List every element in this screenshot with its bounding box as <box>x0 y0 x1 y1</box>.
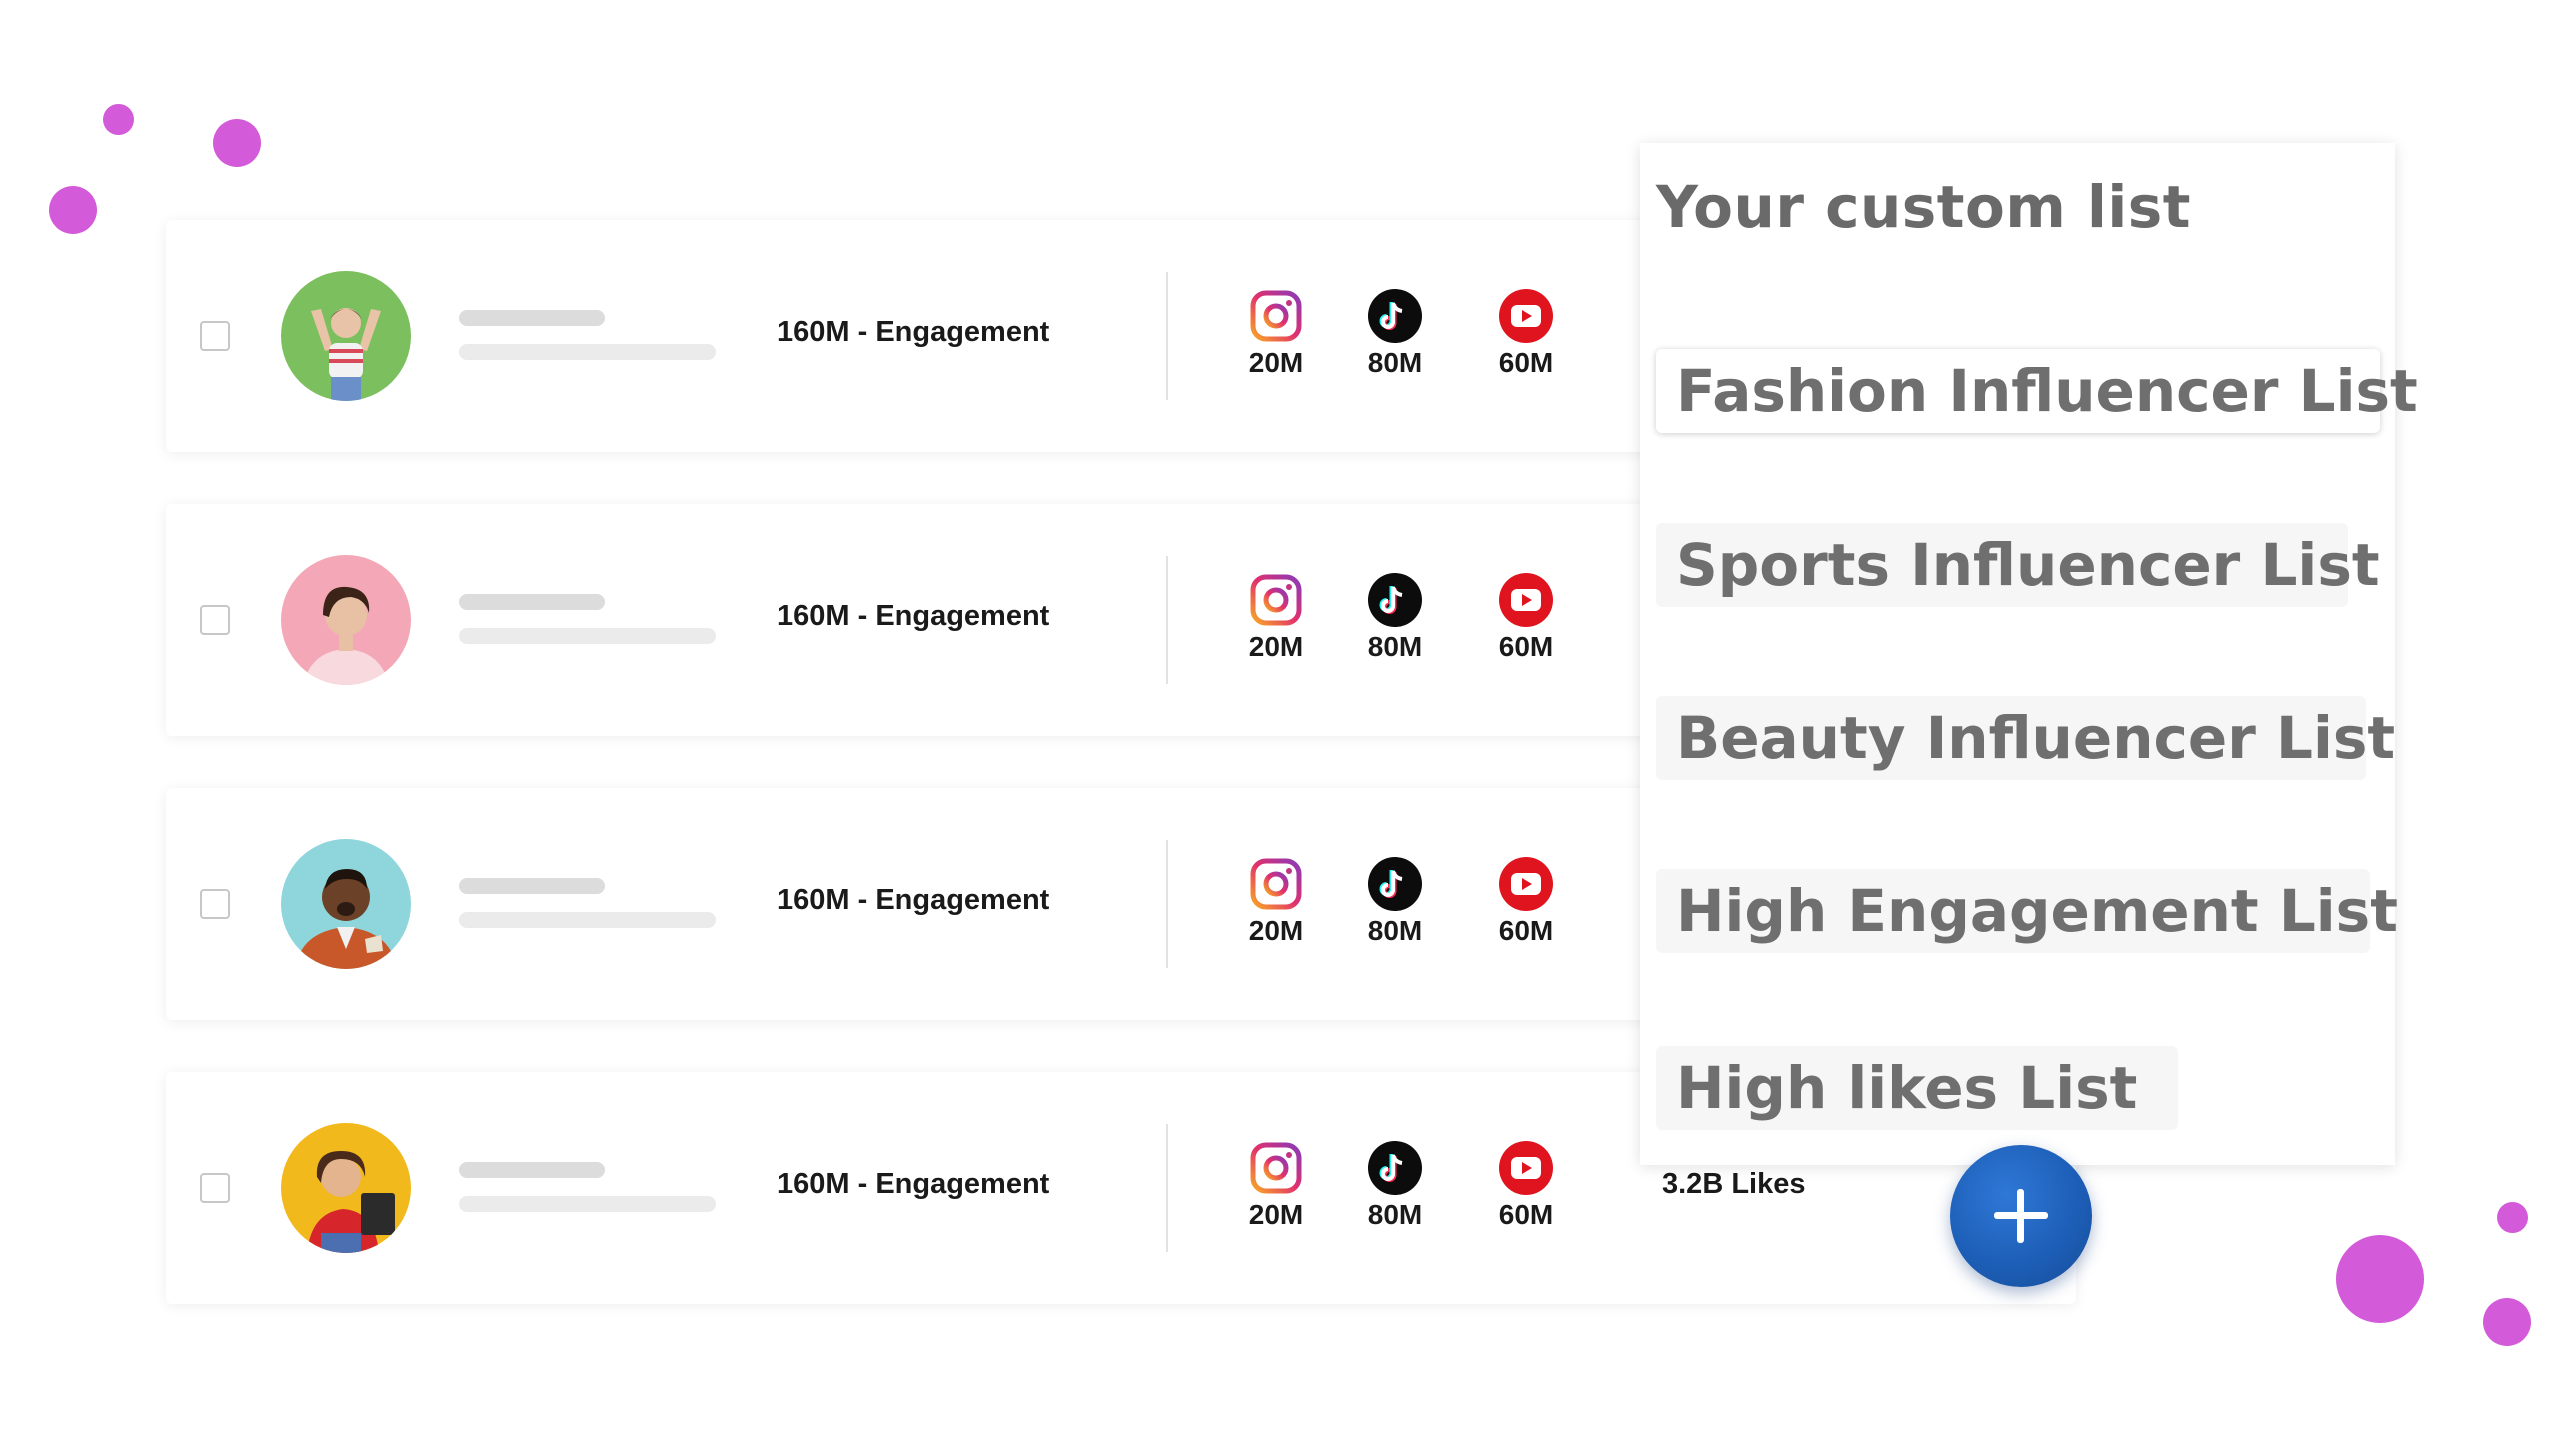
list-option-sports[interactable]: Sports Influencer List <box>1656 523 2380 607</box>
youtube-icon <box>1499 1141 1553 1195</box>
engagement-value: 160M - Engagement <box>777 884 1050 916</box>
instagram-stat: 20M <box>1231 856 1321 947</box>
plus-icon-vertical <box>2017 1189 2024 1243</box>
row-checkbox[interactable] <box>200 1173 230 1203</box>
row-checkbox[interactable] <box>200 321 230 351</box>
youtube-stat: 60M <box>1481 856 1571 947</box>
custom-list-panel: Your custom list Fashion Influencer List… <box>1640 143 2418 1165</box>
instagram-stat: 20M <box>1231 288 1321 379</box>
youtube-icon <box>1499 857 1553 911</box>
divider <box>1166 272 1168 400</box>
instagram-stat: 20M <box>1231 1140 1321 1231</box>
handle-placeholder-bar <box>459 912 716 928</box>
tiktok-count: 80M <box>1367 915 1423 946</box>
influencer-photo-icon <box>281 1123 411 1253</box>
instagram-stat: 20M <box>1231 572 1321 663</box>
stage: 160M - Engagement 20M 80M 60M 160M - Eng… <box>0 0 2560 1440</box>
decorative-dot <box>2497 1202 2528 1233</box>
youtube-stat: 60M <box>1481 288 1571 379</box>
avatar <box>281 555 411 685</box>
tiktok-icon <box>1368 1141 1422 1195</box>
name-placeholder-bar <box>459 594 605 610</box>
youtube-count: 60M <box>1498 915 1554 946</box>
name-placeholder-bar <box>459 878 605 894</box>
instagram-icon <box>1250 290 1302 342</box>
divider <box>1166 556 1168 684</box>
add-to-list-button[interactable] <box>1950 1145 2092 1287</box>
tiktok-stat: 80M <box>1350 288 1440 379</box>
tiktok-stat: 80M <box>1350 856 1440 947</box>
youtube-icon <box>1499 573 1553 627</box>
handle-placeholder-bar <box>459 1196 716 1212</box>
decorative-dot <box>103 104 134 135</box>
influencer-photo-icon <box>281 839 411 969</box>
panel-title: Your custom list <box>1656 173 2192 241</box>
name-placeholder-bar <box>459 1162 605 1178</box>
tiktok-count: 80M <box>1367 347 1423 378</box>
list-option-beauty[interactable]: Beauty Influencer List <box>1656 696 2395 780</box>
youtube-count: 60M <box>1498 631 1554 662</box>
list-option-high-engagement[interactable]: High Engagement List <box>1656 869 2398 953</box>
youtube-stat: 60M <box>1481 572 1571 663</box>
handle-placeholder-bar <box>459 344 716 360</box>
divider <box>1166 1124 1168 1252</box>
instagram-count: 20M <box>1248 347 1304 378</box>
instagram-count: 20M <box>1248 915 1304 946</box>
row-checkbox[interactable] <box>200 889 230 919</box>
list-option-high-likes[interactable]: High likes List <box>1656 1046 2178 1130</box>
tiktok-count: 80M <box>1367 631 1423 662</box>
tiktok-count: 80M <box>1367 1199 1423 1230</box>
avatar <box>281 1123 411 1253</box>
name-placeholder-bar <box>459 310 605 326</box>
divider <box>1166 840 1168 968</box>
engagement-value: 160M - Engagement <box>777 1168 1050 1200</box>
engagement-value: 160M - Engagement <box>777 316 1050 348</box>
influencer-photo-icon <box>281 271 411 401</box>
tiktok-icon <box>1368 289 1422 343</box>
youtube-count: 60M <box>1498 1199 1554 1230</box>
tiktok-stat: 80M <box>1350 1140 1440 1231</box>
influencer-photo-icon <box>281 555 411 685</box>
engagement-value: 160M - Engagement <box>777 600 1050 632</box>
youtube-count: 60M <box>1498 347 1554 378</box>
instagram-icon <box>1250 858 1302 910</box>
decorative-dot <box>2483 1298 2531 1346</box>
instagram-count: 20M <box>1248 631 1304 662</box>
instagram-count: 20M <box>1248 1199 1304 1230</box>
decorative-dot <box>49 186 97 234</box>
row-checkbox[interactable] <box>200 605 230 635</box>
tiktok-stat: 80M <box>1350 572 1440 663</box>
instagram-icon <box>1250 1142 1302 1194</box>
avatar <box>281 271 411 401</box>
avatar <box>281 839 411 969</box>
youtube-stat: 60M <box>1481 1140 1571 1231</box>
tiktok-icon <box>1368 857 1422 911</box>
tiktok-icon <box>1368 573 1422 627</box>
handle-placeholder-bar <box>459 628 716 644</box>
decorative-dot <box>2336 1235 2424 1323</box>
list-option-fashion[interactable]: Fashion Influencer List <box>1656 349 2418 433</box>
likes-count: 3.2B Likes <box>1662 1168 1806 1200</box>
decorative-dot <box>213 119 261 167</box>
instagram-icon <box>1250 574 1302 626</box>
youtube-icon <box>1499 289 1553 343</box>
